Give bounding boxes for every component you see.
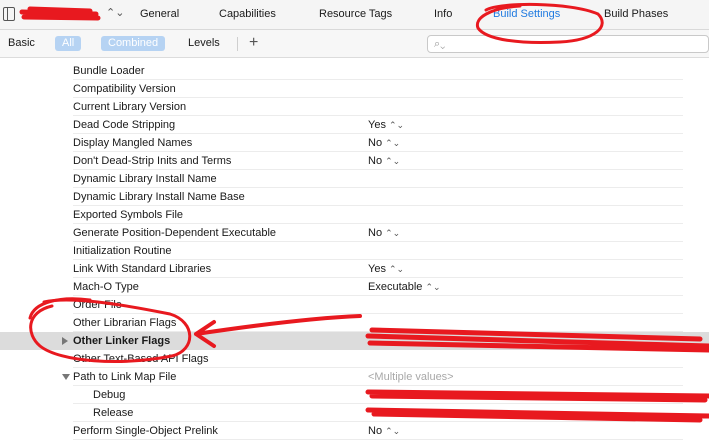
setting-name: Dynamic Library Install Name: [73, 173, 217, 185]
setting-name: Dynamic Library Install Name Base: [73, 191, 245, 203]
tab-capabilities[interactable]: Capabilities: [219, 8, 276, 20]
setting-value-popup[interactable]: Yes ⌃⌄: [368, 263, 404, 275]
setting-name: Generate Position-Dependent Executable: [73, 227, 277, 239]
disclosure-triangle-icon[interactable]: [62, 337, 68, 345]
setting-row[interactable]: Mach-O Type Executable ⌃⌄: [0, 278, 709, 296]
setting-name: Release: [93, 407, 134, 419]
setting-name: Other Text-Based API Flags: [73, 353, 209, 365]
setting-name: Mach-O Type: [73, 281, 139, 293]
setting-value-popup[interactable]: Executable ⌃⌄: [368, 281, 441, 293]
setting-value-popup[interactable]: Yes ⌃⌄: [368, 119, 404, 131]
setting-name: Initialization Routine: [73, 245, 172, 257]
setting-row[interactable]: Exported Symbols File: [0, 206, 709, 224]
setting-value-popup[interactable]: No ⌃⌄: [368, 227, 400, 239]
search-field[interactable]: ⌕⌄: [427, 35, 709, 53]
popup-chevron-icon: ⌃⌄: [425, 282, 441, 292]
setting-row[interactable]: Dead Code Stripping Yes ⌃⌄: [0, 116, 709, 134]
setting-row[interactable]: Other Librarian Flags: [0, 314, 709, 332]
tab-general[interactable]: General: [140, 8, 179, 20]
setting-value: No: [368, 137, 383, 149]
sidebar-toggle-icon[interactable]: [3, 7, 15, 21]
setting-name: Debug: [93, 389, 126, 401]
setting-row[interactable]: Perform Single-Object Prelink No ⌃⌄: [0, 422, 709, 440]
popup-chevron-icon: ⌃⌄: [385, 228, 401, 238]
add-setting-button[interactable]: +: [249, 34, 258, 52]
popup-chevron-icon: ⌃⌄: [385, 426, 401, 436]
editor-tab-bar: ⌃⌄ General Capabilities Resource Tags In…: [0, 0, 709, 30]
setting-name: Don't Dead-Strip Inits and Terms: [73, 155, 232, 167]
setting-value: No: [368, 425, 383, 437]
setting-name: Other Librarian Flags: [73, 317, 177, 329]
tab-build-phases[interactable]: Build Phases: [604, 8, 668, 20]
setting-row[interactable]: Other Text-Based API Flags: [0, 350, 709, 368]
setting-row[interactable]: Generate Position-Dependent Executable N…: [0, 224, 709, 242]
setting-value-popup[interactable]: No ⌃⌄: [368, 137, 400, 149]
build-settings-filter-bar: Basic All Combined Levels + ⌕⌄: [0, 30, 709, 58]
setting-row[interactable]: Order File: [0, 296, 709, 314]
setting-row[interactable]: Display Mangled Names No ⌃⌄: [0, 134, 709, 152]
setting-value[interactable]: <Multiple values>: [368, 371, 454, 383]
setting-name: Other Linker Flags: [73, 335, 171, 347]
setting-value-popup[interactable]: No ⌃⌄: [368, 425, 400, 437]
target-selector-chevron-icon[interactable]: ⌃⌄: [106, 6, 124, 19]
setting-row[interactable]: Dynamic Library Install Name Base: [0, 188, 709, 206]
setting-name: Perform Single-Object Prelink: [73, 425, 218, 437]
tab-resource-tags[interactable]: Resource Tags: [319, 8, 392, 20]
filter-divider: [237, 37, 238, 51]
setting-row[interactable]: Path to Link Map File <Multiple values>: [0, 368, 709, 386]
levels-filter-button[interactable]: Levels: [188, 37, 220, 49]
popup-chevron-icon: ⌃⌄: [385, 138, 401, 148]
setting-row-other-linker-flags[interactable]: Other Linker Flags: [0, 332, 709, 350]
popup-chevron-icon: ⌃⌄: [385, 156, 401, 166]
disclosure-triangle-icon[interactable]: [62, 374, 70, 380]
all-filter-button[interactable]: All: [55, 36, 82, 51]
setting-row[interactable]: Dynamic Library Install Name: [0, 170, 709, 188]
setting-row[interactable]: Initialization Routine: [0, 242, 709, 260]
setting-value: Yes: [368, 263, 386, 275]
search-icon: ⌕⌄: [434, 38, 446, 50]
setting-name: Order File: [73, 299, 122, 311]
setting-row[interactable]: Don't Dead-Strip Inits and Terms No ⌃⌄: [0, 152, 709, 170]
setting-row[interactable]: Bundle Loader: [0, 62, 709, 80]
setting-name: Dead Code Stripping: [73, 119, 176, 131]
setting-value: No: [368, 155, 383, 167]
setting-name: Compatibility Version: [73, 83, 176, 95]
basic-filter-button[interactable]: Basic: [8, 37, 35, 49]
setting-name: Current Library Version: [73, 101, 187, 113]
setting-row[interactable]: Link With Standard Libraries Yes ⌃⌄: [0, 260, 709, 278]
combined-filter-button[interactable]: Combined: [101, 36, 166, 51]
setting-value: Yes: [368, 119, 386, 131]
setting-row[interactable]: Current Library Version: [0, 98, 709, 116]
setting-row[interactable]: Debug: [0, 386, 709, 404]
setting-row[interactable]: Release: [0, 404, 709, 422]
popup-chevron-icon: ⌃⌄: [388, 120, 405, 130]
setting-value-popup[interactable]: No ⌃⌄: [368, 155, 400, 167]
setting-value: No: [368, 227, 383, 239]
setting-name: Exported Symbols File: [73, 209, 184, 221]
popup-chevron-icon: ⌃⌄: [388, 264, 405, 274]
tab-build-settings[interactable]: Build Settings: [493, 8, 560, 20]
setting-name: Path to Link Map File: [73, 371, 177, 383]
setting-name: Display Mangled Names: [73, 137, 193, 149]
setting-name: Link With Standard Libraries: [73, 263, 212, 275]
setting-name: Bundle Loader: [73, 65, 145, 77]
tab-info[interactable]: Info: [434, 8, 452, 20]
setting-row[interactable]: Compatibility Version: [0, 80, 709, 98]
setting-value: Executable: [368, 281, 423, 293]
row-divider: [73, 439, 683, 440]
